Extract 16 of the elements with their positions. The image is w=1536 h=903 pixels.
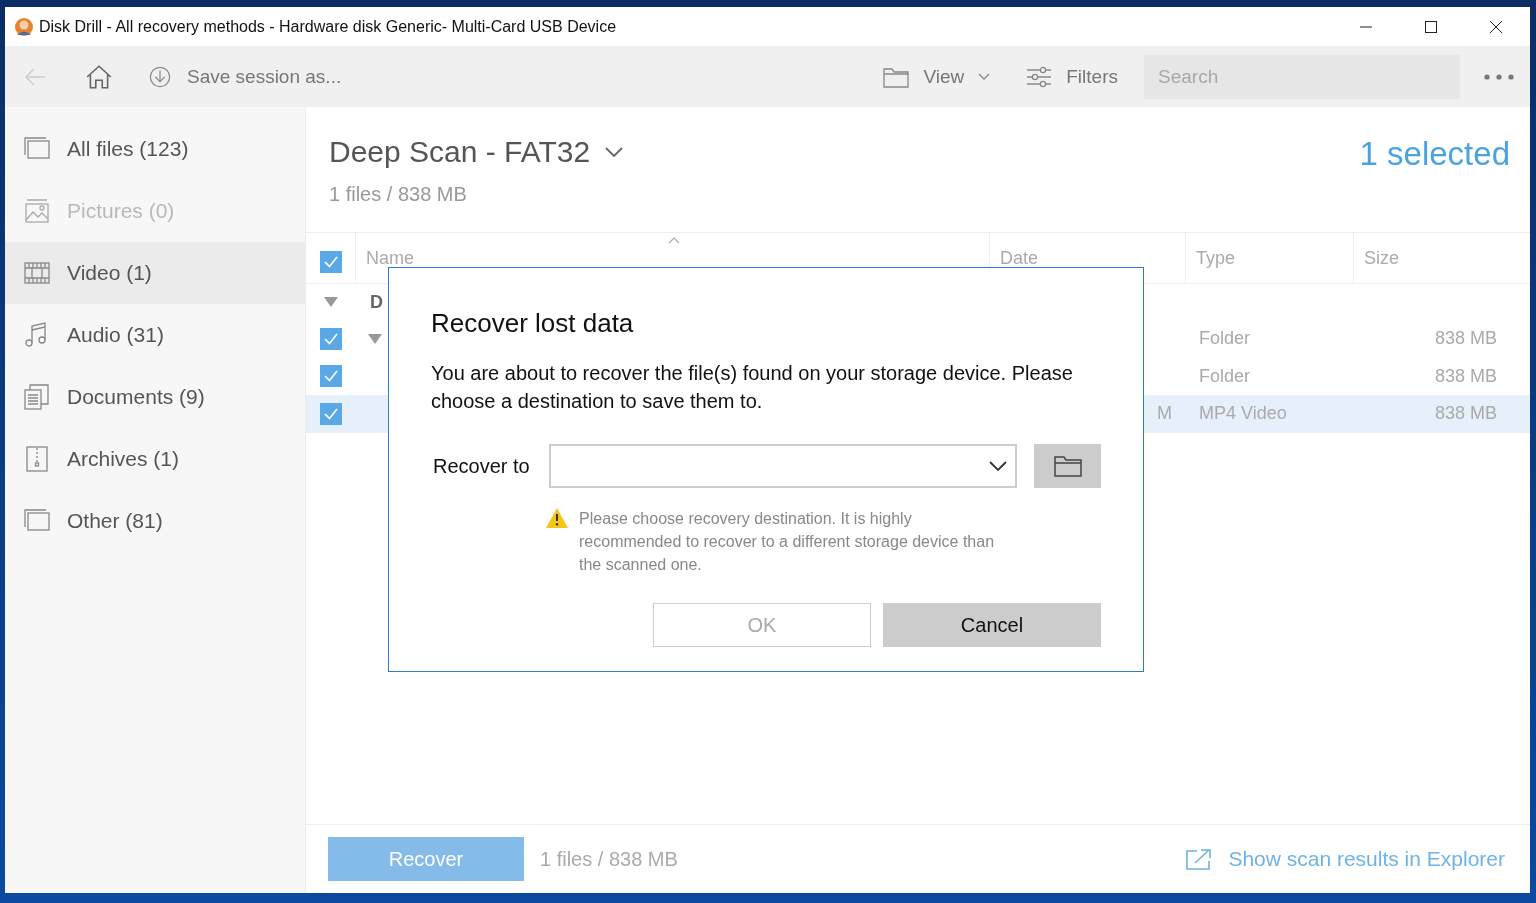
table-cell: 838 MB	[1434, 365, 1497, 387]
warning-message: Please choose recovery destination. It is highly recommended to recover to a different storage device than the scanned one.	[579, 509, 996, 575]
table-cell: 838 MB	[1434, 328, 1497, 350]
table-cell: M	[1157, 403, 1172, 425]
dialog-title: Recover lost data	[431, 308, 635, 339]
table-cell: 838 MB	[1434, 403, 1497, 425]
recover-to-label: Recover to	[433, 454, 531, 478]
group-name: D	[370, 291, 383, 313]
table-cell: Folder	[1199, 365, 1251, 387]
table-cell: MP4 Video	[1199, 403, 1287, 425]
selection-count: 1 selected	[1359, 135, 1510, 174]
table-cell: Folder	[1199, 328, 1251, 350]
recover-summary: 1 files / 838 MB	[540, 847, 678, 871]
dialog-message: You are about to recover the file(s) found on your storage device. Please choose a destination to save them to.	[431, 361, 1074, 414]
window-title: Disk Drill - All recovery methods - Hardware disk Generic- Multi-Card USB Device	[39, 17, 617, 36]
scan-summary: 1 files / 838 MB	[329, 183, 468, 206]
